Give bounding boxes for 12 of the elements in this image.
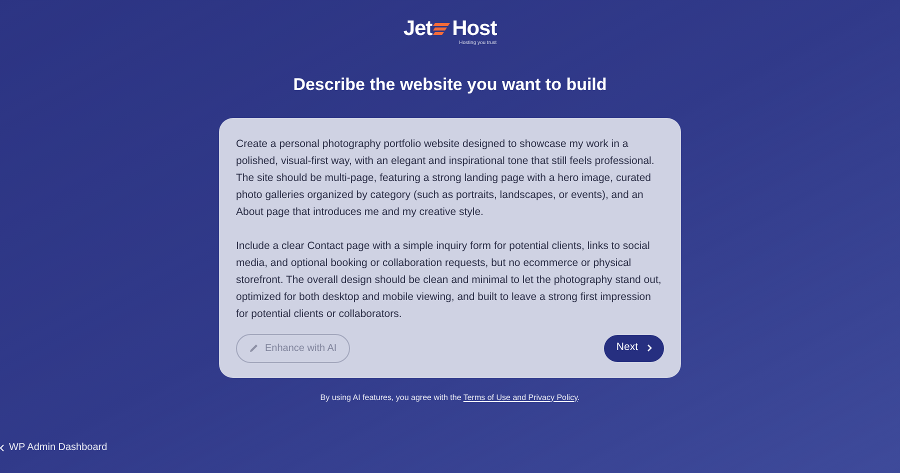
consent-text: By using AI features, you agree with the Terms of Use and Privacy Policy. xyxy=(320,392,580,404)
page-heading: Describe the website you want to build xyxy=(293,74,607,96)
logo-text: Jet xyxy=(403,18,432,39)
chevron-right-icon xyxy=(647,344,652,352)
logo-text: Host xyxy=(452,18,497,39)
pencil-icon xyxy=(249,343,259,353)
terms-link[interactable]: Terms of Use and Privacy Policy xyxy=(463,392,578,402)
logo-stripes-icon xyxy=(433,22,452,36)
back-chevron-icon[interactable] xyxy=(0,444,4,452)
next-button[interactable]: Next xyxy=(604,334,664,362)
back-link[interactable]: WP Admin Dashboard xyxy=(9,440,108,455)
prompt-input[interactable]: Create a personal photography portfolio website designed to showcase my work in a polished, visual-first way, with an elegant and inspirational tone that still feels professional. The site should be multi-page, featuring a strong landing page with a hero image, curated photo galleries organized by category (such as portraits, landscapes, or events), and an About page that introduces me and my creative style. Include a clear Contact page with a simple inquiry form for potential clients, links to social media, and optional booking or collaboration requests, but no ecommerce or physical storefront. The overall design should be clean and minimal to let the photography stand out, optimized for both desktop and mobile viewing, and built to leave a strong first impression for potential clients or collaborators. xyxy=(236,136,664,322)
